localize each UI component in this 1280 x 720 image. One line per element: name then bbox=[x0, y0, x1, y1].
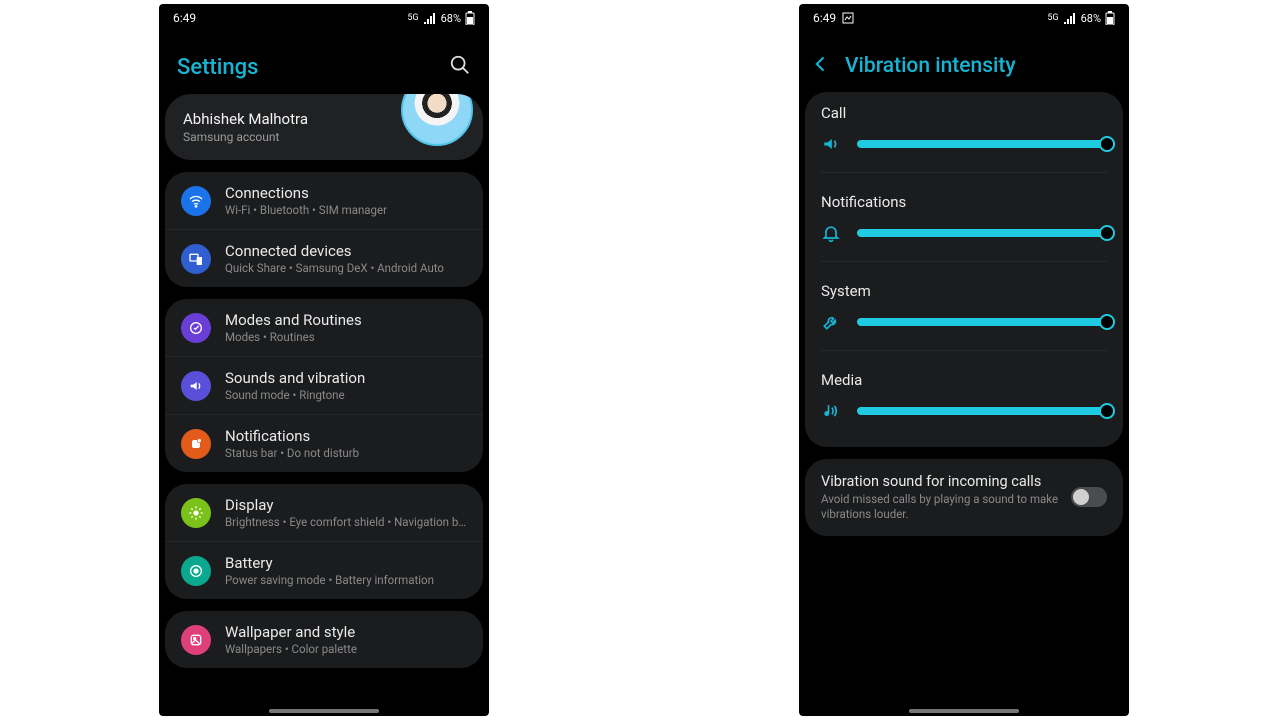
music-icon bbox=[821, 401, 843, 421]
row-title: Notifications bbox=[225, 427, 359, 445]
phone-settings: 6:49 5G 68% Settings Abhishek Malhotra S… bbox=[159, 4, 489, 716]
search-icon[interactable] bbox=[449, 54, 471, 80]
sliders-card: Call Notifications System Media bbox=[805, 92, 1123, 447]
row-sub: Wallpapers • Color palette bbox=[225, 642, 357, 656]
status-time: 6:49 bbox=[813, 11, 836, 25]
row-title: Battery bbox=[225, 554, 434, 572]
vibration-sound-toggle-row[interactable]: Vibration sound for incoming calls Avoid… bbox=[805, 459, 1123, 536]
row-title: Modes and Routines bbox=[225, 311, 362, 329]
row-title: Display bbox=[225, 496, 467, 514]
account-sub: Samsung account bbox=[183, 130, 308, 144]
vibration-header: Vibration intensity bbox=[799, 32, 1129, 92]
notifications-icon bbox=[181, 429, 211, 459]
status-right: 5G 68% bbox=[407, 11, 475, 25]
bell-icon bbox=[821, 223, 843, 243]
row-sub: Power saving mode • Battery information bbox=[225, 573, 434, 587]
slider[interactable] bbox=[857, 136, 1107, 152]
page-title: Settings bbox=[177, 55, 258, 80]
settings-group: DisplayBrightness • Eye comfort shield •… bbox=[165, 484, 483, 599]
status-bar: 6:49 5G 68% bbox=[799, 4, 1129, 32]
settings-group: Wallpaper and styleWallpapers • Color pa… bbox=[165, 611, 483, 668]
settings-row-modes-and-routines[interactable]: Modes and RoutinesModes • Routines bbox=[165, 299, 483, 356]
network-5g-icon: 5G bbox=[407, 13, 418, 23]
devices-icon bbox=[181, 244, 211, 274]
row-sub: Quick Share • Samsung DeX • Android Auto bbox=[225, 261, 444, 275]
slider[interactable] bbox=[857, 403, 1107, 419]
battery-icon bbox=[1105, 11, 1115, 25]
slider-section-notifications: Notifications bbox=[805, 181, 1123, 270]
row-title: Connections bbox=[225, 184, 387, 202]
settings-group: ConnectionsWi-Fi • Bluetooth • SIM manag… bbox=[165, 172, 483, 287]
settings-header: Settings bbox=[159, 32, 489, 94]
nav-indicator[interactable] bbox=[909, 709, 1019, 713]
screenshot-icon bbox=[842, 12, 854, 24]
row-sub: Wi-Fi • Bluetooth • SIM manager bbox=[225, 203, 387, 217]
settings-row-battery[interactable]: BatteryPower saving mode • Battery infor… bbox=[165, 541, 483, 599]
slider-section-system: System bbox=[805, 270, 1123, 359]
battery-icon bbox=[465, 11, 475, 25]
row-sub: Modes • Routines bbox=[225, 330, 362, 344]
battery-pct: 68% bbox=[1081, 12, 1101, 25]
row-sub: Brightness • Eye comfort shield • Naviga… bbox=[225, 515, 467, 529]
routines-icon bbox=[181, 313, 211, 343]
row-title: Wallpaper and style bbox=[225, 623, 357, 641]
phone-vibration: 6:49 5G 68% Vibration intensity Call Noti… bbox=[799, 4, 1129, 716]
status-bar: 6:49 5G 68% bbox=[159, 4, 489, 32]
wifi-icon bbox=[181, 186, 211, 216]
volume-icon bbox=[821, 134, 843, 154]
toggle-title: Vibration sound for incoming calls bbox=[821, 473, 1059, 490]
slider-label: Call bbox=[821, 104, 1107, 122]
slider-label: Media bbox=[821, 371, 1107, 389]
settings-row-sounds-and-vibration[interactable]: Sounds and vibrationSound mode • Rington… bbox=[165, 356, 483, 414]
row-sub: Sound mode • Ringtone bbox=[225, 388, 365, 402]
slider-label: Notifications bbox=[821, 193, 1107, 211]
slider[interactable] bbox=[857, 225, 1107, 241]
settings-row-display[interactable]: DisplayBrightness • Eye comfort shield •… bbox=[165, 484, 483, 541]
status-right: 5G 68% bbox=[1047, 11, 1115, 25]
account-card[interactable]: Abhishek Malhotra Samsung account bbox=[165, 94, 483, 160]
back-button[interactable] bbox=[811, 54, 831, 78]
status-time-row: 6:49 bbox=[813, 11, 854, 25]
toggle-sub: Avoid missed calls by playing a sound to… bbox=[821, 492, 1059, 522]
row-title: Connected devices bbox=[225, 242, 444, 260]
nav-indicator[interactable] bbox=[269, 709, 379, 713]
status-time: 6:49 bbox=[173, 11, 196, 25]
wrench-icon bbox=[821, 312, 843, 332]
sound-icon bbox=[181, 371, 211, 401]
wallpaper-icon bbox=[181, 625, 211, 655]
slider-section-media: Media bbox=[805, 359, 1123, 447]
row-sub: Status bar • Do not disturb bbox=[225, 446, 359, 460]
account-name: Abhishek Malhotra bbox=[183, 110, 308, 128]
settings-group: Modes and RoutinesModes • RoutinesSounds… bbox=[165, 299, 483, 472]
settings-row-wallpaper-and-style[interactable]: Wallpaper and styleWallpapers • Color pa… bbox=[165, 611, 483, 668]
display-icon bbox=[181, 498, 211, 528]
slider-section-call: Call bbox=[805, 92, 1123, 181]
slider[interactable] bbox=[857, 314, 1107, 330]
battery-pct: 68% bbox=[441, 12, 461, 25]
battery-icon bbox=[181, 556, 211, 586]
signal-icon bbox=[1063, 12, 1077, 24]
settings-row-connections[interactable]: ConnectionsWi-Fi • Bluetooth • SIM manag… bbox=[165, 172, 483, 229]
page-title: Vibration intensity bbox=[845, 54, 1016, 78]
avatar[interactable] bbox=[401, 94, 473, 146]
settings-row-notifications[interactable]: NotificationsStatus bar • Do not disturb bbox=[165, 414, 483, 472]
slider-label: System bbox=[821, 282, 1107, 300]
settings-row-connected-devices[interactable]: Connected devicesQuick Share • Samsung D… bbox=[165, 229, 483, 287]
toggle-switch[interactable] bbox=[1071, 487, 1107, 507]
signal-icon bbox=[423, 12, 437, 24]
network-5g-icon: 5G bbox=[1047, 13, 1058, 23]
row-title: Sounds and vibration bbox=[225, 369, 365, 387]
